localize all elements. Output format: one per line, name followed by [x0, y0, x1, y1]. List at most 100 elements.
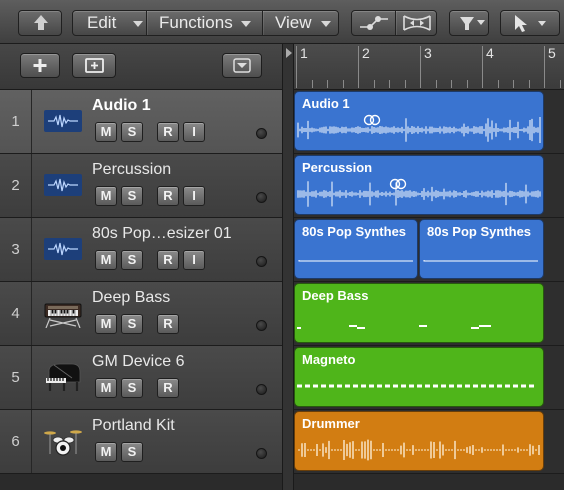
ruler-tick: [497, 80, 499, 88]
input-monitor-button[interactable]: I: [183, 250, 205, 270]
timeline-ruler[interactable]: 1 2 3 4 5: [294, 44, 564, 90]
mute-button[interactable]: M: [95, 250, 117, 270]
catch-filter-button[interactable]: [449, 10, 489, 36]
audio-region[interactable]: 80s Pop Synthes: [419, 219, 544, 279]
track-name[interactable]: Portland Kit: [92, 416, 272, 436]
solo-button[interactable]: S: [121, 314, 143, 334]
audio-region[interactable]: Percussion: [294, 155, 544, 215]
track-name[interactable]: Audio 1: [92, 96, 272, 116]
ruler-tick: [420, 46, 421, 88]
track-header-bar: [0, 44, 282, 90]
track-header[interactable]: 2 Percussion M S R I: [0, 154, 282, 218]
audio-region[interactable]: Audio 1: [294, 91, 544, 151]
audio-waveform-icon: [44, 110, 82, 132]
input-monitor-button[interactable]: I: [183, 186, 205, 206]
track-name[interactable]: 80s Pop…esizer 01: [92, 224, 272, 244]
mute-button[interactable]: M: [95, 186, 117, 206]
midi-region[interactable]: Deep Bass: [294, 283, 544, 343]
ruler-tick: [404, 80, 406, 88]
solo-button[interactable]: S: [121, 442, 143, 462]
ruler-tick: [466, 80, 468, 88]
functions-menu[interactable]: Functions: [159, 11, 259, 35]
grand-piano-icon: [46, 363, 81, 391]
record-enable-button[interactable]: R: [157, 314, 179, 334]
mute-button[interactable]: M: [95, 122, 117, 142]
track-number: 6: [0, 410, 32, 473]
pane-divider[interactable]: [282, 44, 294, 490]
waveform: [297, 117, 541, 143]
activity-indicator: [256, 384, 267, 395]
view-menu[interactable]: View: [275, 11, 335, 35]
flex-mode-button[interactable]: [396, 11, 438, 35]
midi-region[interactable]: Magneto: [294, 347, 544, 407]
region-name: Magneto: [302, 352, 356, 367]
track-header[interactable]: 4 Deep Bass M S R: [0, 282, 282, 346]
ruler-tick: [358, 46, 359, 88]
automation-curve-icon: [360, 16, 388, 30]
region-name: Audio 1: [302, 96, 350, 111]
track-lane[interactable]: Audio 1: [294, 90, 564, 154]
ruler-tick: [451, 80, 452, 88]
activity-indicator: [256, 320, 267, 331]
chevron-down-icon: [241, 21, 251, 27]
track-lane[interactable]: Drummer: [294, 410, 564, 474]
record-enable-button[interactable]: R: [157, 378, 179, 398]
ruler-tick: [528, 80, 530, 88]
ruler-tick: [544, 46, 545, 88]
track-lane[interactable]: Percussion: [294, 154, 564, 218]
filter-funnel-icon: [460, 17, 485, 30]
track-lane[interactable]: Deep Bass: [294, 282, 564, 346]
mute-button[interactable]: M: [95, 314, 117, 334]
track-header[interactable]: 5 GM Device 6 M S R: [0, 346, 282, 410]
track-number: 3: [0, 218, 32, 281]
mute-button[interactable]: M: [95, 442, 117, 462]
bar-number: 1: [300, 45, 308, 61]
record-enable-button[interactable]: R: [157, 250, 179, 270]
track-name[interactable]: Deep Bass: [92, 288, 272, 308]
back-button[interactable]: [18, 10, 62, 36]
drum-kit-icon: [44, 430, 82, 456]
track-lane[interactable]: 80s Pop Synthes 80s Pop Synthes: [294, 218, 564, 282]
record-enable-button[interactable]: R: [157, 122, 179, 142]
new-folder-button[interactable]: [72, 53, 116, 78]
track-header[interactable]: 1 Audio 1 M S R I: [0, 90, 282, 154]
solo-button[interactable]: S: [121, 250, 143, 270]
waveform: [298, 260, 413, 262]
input-monitor-button[interactable]: I: [183, 122, 205, 142]
region-name: Percussion: [302, 160, 373, 175]
ruler-tick: [513, 80, 514, 88]
bar-number: 4: [486, 45, 494, 61]
chevron-down-icon: [233, 58, 251, 73]
synthesizer-keyboard-icon: [44, 303, 82, 328]
mute-button[interactable]: M: [95, 378, 117, 398]
midi-notes: [297, 384, 534, 388]
track-header[interactable]: 6 Portland Kit M S: [0, 410, 282, 474]
folder-plus-icon: [85, 58, 104, 73]
add-track-button[interactable]: [20, 53, 60, 78]
plus-icon: [33, 59, 47, 72]
ruler-tick: [559, 80, 561, 88]
view-menu-label: View: [275, 13, 312, 32]
automation-button[interactable]: [352, 11, 395, 35]
track-name[interactable]: Percussion: [92, 160, 272, 180]
activity-indicator: [256, 128, 267, 139]
solo-button[interactable]: S: [121, 186, 143, 206]
audio-waveform-icon: [44, 174, 82, 196]
track-lane[interactable]: Magneto: [294, 346, 564, 410]
track-number: 2: [0, 154, 32, 217]
bar-number: 3: [424, 45, 432, 61]
edit-menu[interactable]: Edit: [87, 11, 145, 35]
activity-indicator: [256, 192, 267, 203]
flex-time-icon: [403, 15, 431, 31]
pointer-tool-menu[interactable]: [500, 10, 560, 36]
record-enable-button[interactable]: R: [157, 186, 179, 206]
ruler-tick: [296, 46, 297, 88]
global-tracks-toggle[interactable]: [222, 53, 262, 78]
chevron-down-icon: [321, 21, 331, 27]
track-header[interactable]: 3 80s Pop…esizer 01 M S R I: [0, 218, 282, 282]
solo-button[interactable]: S: [121, 378, 143, 398]
drummer-region[interactable]: Drummer: [294, 411, 544, 471]
track-name[interactable]: GM Device 6: [92, 352, 272, 372]
audio-region[interactable]: 80s Pop Synthes: [294, 219, 418, 279]
solo-button[interactable]: S: [121, 122, 143, 142]
